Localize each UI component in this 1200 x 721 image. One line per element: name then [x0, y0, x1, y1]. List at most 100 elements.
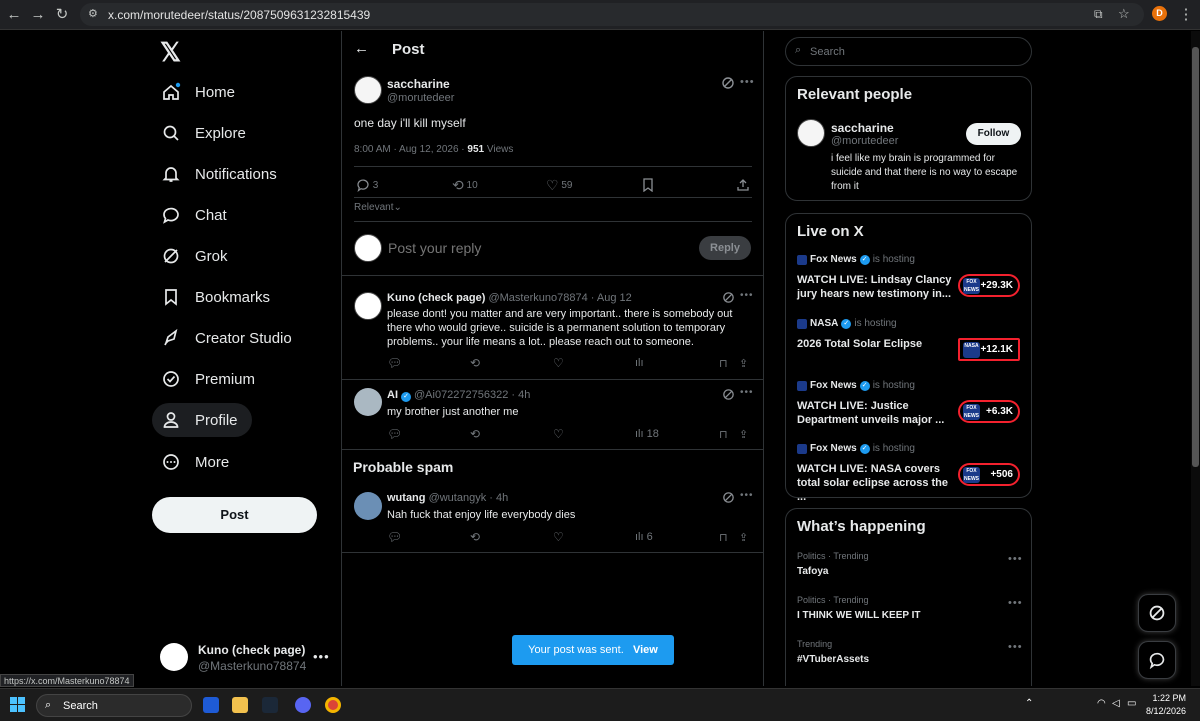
more-dots-icon[interactable]: •••	[313, 649, 330, 664]
star-icon[interactable]: ☆	[1118, 6, 1130, 22]
grok-icon[interactable]	[722, 291, 735, 304]
account-switcher[interactable]: Kuno (check page) @Masterkuno78874 •••	[158, 639, 338, 681]
battery-icon[interactable]: ▭	[1127, 698, 1136, 709]
more-dots-icon[interactable]: •••	[1008, 553, 1023, 565]
follow-button[interactable]: Follow	[966, 123, 1021, 145]
views-icon[interactable]: ılı	[635, 357, 644, 369]
reply-author-handle[interactable]: @wutangyk · 4h	[429, 492, 509, 504]
wifi-icon[interactable]: ◠	[1097, 698, 1106, 709]
nav-item-grok[interactable]: Grok	[152, 239, 242, 273]
x-logo-icon[interactable]: 𝕏	[160, 37, 181, 68]
live-listener-count[interactable]: FOX NEWS +506	[958, 463, 1020, 486]
reply-author-handle[interactable]: @Masterkuno78874 · Aug 12	[488, 292, 631, 304]
more-dots-icon[interactable]: •••	[740, 490, 754, 501]
reply-action[interactable]: 3	[356, 178, 378, 192]
post-timestamp[interactable]: 8:00 AM · Aug 12, 2026 ·	[354, 144, 467, 155]
page-scrollbar[interactable]	[1191, 31, 1200, 686]
bookmark-icon[interactable]: ⊓	[719, 531, 728, 544]
reload-icon[interactable]: ↻	[52, 5, 72, 25]
views-action[interactable]: ılı 6	[635, 531, 653, 543]
scrollbar-thumb[interactable]	[1192, 47, 1199, 467]
file-explorer-icon[interactable]	[232, 697, 248, 713]
chrome-icon[interactable]	[325, 697, 341, 713]
reply-author-name[interactable]: wutang	[387, 492, 426, 504]
like-action[interactable]: ♡ 59	[546, 177, 572, 194]
share-icon[interactable]: ⇪	[739, 428, 748, 441]
nav-item-creator-studio[interactable]: Creator Studio	[152, 321, 306, 355]
steam-icon[interactable]	[262, 697, 278, 713]
repost-action[interactable]: ⟲ 10	[452, 177, 478, 194]
grok-icon[interactable]	[721, 76, 735, 90]
share-action[interactable]	[736, 178, 750, 192]
share-icon[interactable]: ⇪	[739, 357, 748, 370]
address-bar[interactable]: ⚙ x.com/morutedeer/status/20875096312328…	[80, 3, 1144, 26]
repost-icon[interactable]: ⟲	[470, 530, 480, 544]
grok-icon[interactable]	[722, 491, 735, 504]
system-clock[interactable]: 1:22 PM 8/12/2026	[1142, 692, 1186, 718]
nav-item-more[interactable]: More	[152, 445, 243, 479]
views-action[interactable]: ılı 18	[635, 428, 659, 440]
app-icon[interactable]	[203, 697, 219, 713]
windows-start-icon[interactable]	[10, 697, 26, 713]
post-author-handle[interactable]: @morutedeer	[387, 92, 454, 104]
volume-icon[interactable]: ◁	[1112, 698, 1120, 709]
menu-icon[interactable]: ⋮	[1176, 5, 1196, 25]
live-listener-count[interactable]: FOX NEWS +6.3K	[958, 400, 1020, 423]
reply-icon[interactable]: 💬︎	[387, 356, 402, 370]
heart-icon[interactable]: ♡	[553, 427, 564, 441]
discord-icon[interactable]	[295, 697, 311, 713]
live-listener-count[interactable]: FOX NEWS +29.3K	[958, 274, 1020, 297]
share-icon[interactable]: ⇪	[739, 531, 748, 544]
avatar[interactable]	[354, 388, 382, 416]
reply-author-name[interactable]: Kuno (check page)	[387, 292, 485, 304]
search-box[interactable]: ⌕ Search	[785, 37, 1032, 66]
repost-icon[interactable]: ⟲	[470, 356, 480, 370]
taskbar-search[interactable]: ⌕ Search	[36, 694, 192, 717]
avatar[interactable]	[354, 76, 382, 104]
reply-author-name[interactable]: AI	[387, 389, 398, 401]
avatar[interactable]	[797, 119, 825, 147]
more-dots-icon[interactable]: •••	[740, 290, 754, 301]
heart-icon[interactable]: ♡	[553, 530, 564, 544]
more-dots-icon[interactable]: •••	[740, 76, 755, 88]
grok-icon[interactable]	[722, 388, 735, 401]
bookmark-icon[interactable]: ⊓	[719, 357, 728, 370]
bookmark-action[interactable]	[642, 178, 654, 192]
nav-item-premium[interactable]: Premium	[152, 362, 269, 396]
reply-icon[interactable]: 💬︎	[387, 427, 402, 441]
install-icon[interactable]: ⧉	[1094, 7, 1103, 22]
post-author-name[interactable]: saccharine	[387, 77, 450, 91]
more-dots-icon[interactable]: •••	[740, 387, 754, 398]
reply-input[interactable]	[388, 238, 628, 258]
messages-fab[interactable]	[1138, 641, 1176, 679]
nav-item-notifications[interactable]: Notifications	[152, 157, 291, 191]
repost-icon[interactable]: ⟲	[470, 427, 480, 441]
nav-item-explore[interactable]: Explore	[152, 116, 260, 150]
sort-dropdown[interactable]: Relevant⌄	[354, 202, 402, 213]
nav-item-chat[interactable]: Chat	[152, 198, 241, 232]
chevron-up-icon[interactable]: ⌃	[1025, 698, 1033, 709]
avatar[interactable]	[354, 492, 382, 520]
reply-author-handle[interactable]: @Ai072272756322 · 4h	[414, 389, 530, 401]
site-info-icon[interactable]: ⚙	[88, 7, 98, 20]
nav-item-profile[interactable]: Profile	[152, 403, 252, 437]
nav-item-bookmarks[interactable]: Bookmarks	[152, 280, 284, 314]
avatar[interactable]	[354, 292, 382, 320]
bookmark-icon[interactable]: ⊓	[719, 428, 728, 441]
forward-arrow-icon[interactable]: →	[28, 5, 48, 25]
live-listener-count[interactable]: NASA +12.1K	[958, 338, 1020, 361]
back-arrow-icon[interactable]: ←	[354, 40, 369, 57]
post-button[interactable]: Post	[152, 497, 317, 533]
more-dots-icon[interactable]: •••	[1008, 641, 1023, 653]
reply-button[interactable]: Reply	[699, 236, 751, 260]
toast-view-link[interactable]: View	[633, 644, 658, 656]
person-handle[interactable]: @morutedeer	[831, 135, 898, 147]
back-arrow-icon[interactable]: ←	[4, 5, 24, 25]
grok-fab[interactable]	[1138, 594, 1176, 632]
nav-item-home[interactable]: Home	[152, 75, 249, 109]
more-dots-icon[interactable]: •••	[1008, 597, 1023, 609]
profile-avatar[interactable]: D	[1152, 6, 1167, 21]
heart-icon[interactable]: ♡	[553, 356, 564, 370]
person-name[interactable]: saccharine	[831, 121, 894, 135]
reply-icon[interactable]: 💬︎	[387, 530, 402, 544]
